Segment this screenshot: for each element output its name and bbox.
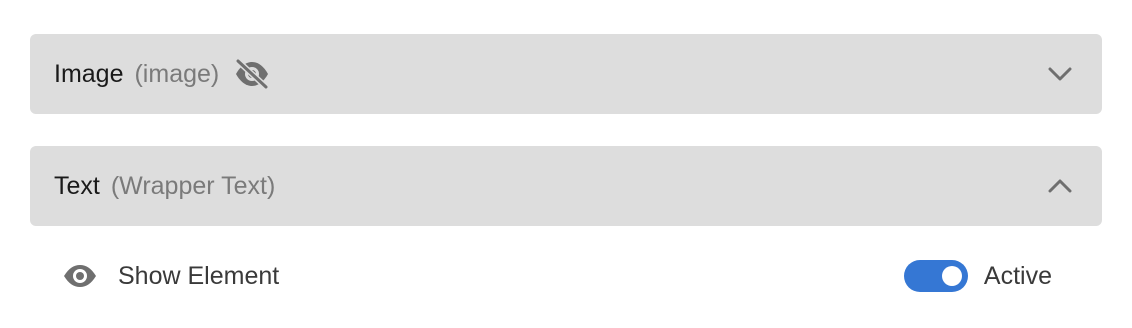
element-settings: Image (image) Text (Wrapper Text) Show E… (0, 0, 1132, 328)
active-toggle[interactable] (903, 260, 968, 292)
panel-image-header[interactable]: Image (image) (30, 34, 1102, 114)
panel-subtitle: (image) (134, 59, 220, 88)
eye-icon (62, 263, 98, 289)
panel-subtitle: (Wrapper Text) (110, 171, 276, 200)
panel-text-header[interactable]: Text (Wrapper Text) (30, 146, 1102, 226)
panel-title: Image (54, 59, 124, 88)
panel-title: Text (54, 171, 100, 200)
toggle-knob (941, 266, 962, 286)
chevron-up-icon[interactable] (1046, 176, 1074, 196)
show-element-label: Show Element (118, 261, 280, 290)
toggle-label: Active (983, 261, 1052, 290)
show-element-row: Show Element Active (62, 254, 1052, 298)
eye-off-icon (233, 59, 271, 89)
chevron-down-icon[interactable] (1046, 64, 1074, 84)
